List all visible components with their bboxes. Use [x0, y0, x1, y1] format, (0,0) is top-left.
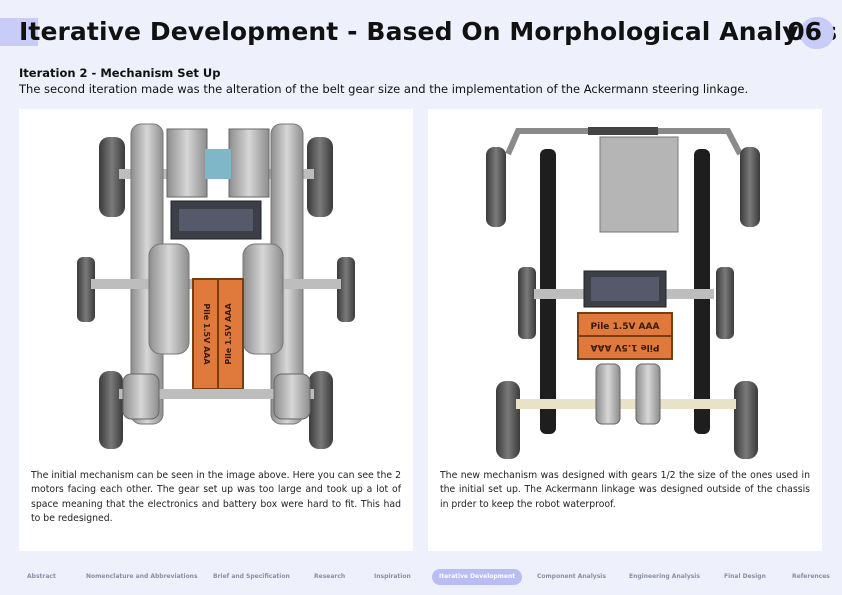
left-battery-label-2: Pile 1.5V AAA: [224, 303, 233, 365]
right-caption: The new mechanism was designed with gear…: [440, 470, 810, 510]
nav-item-abstract[interactable]: Abstract: [27, 569, 56, 585]
left-card: Pile 1.5V AAA Pile 1.5V AAA The initial …: [19, 109, 413, 551]
nav-item-references[interactable]: References: [792, 569, 830, 585]
new-mechanism-render: Pile 1.5V AAA Pile 1.5V AAA: [486, 127, 760, 459]
right-battery-label-2: Pile 1.5V AAA: [591, 342, 660, 352]
nav-item-final-design[interactable]: Final Design: [724, 569, 766, 585]
section-intro: The second iteration made was the altera…: [19, 82, 749, 96]
left-caption: The initial mechanism can be seen in the…: [31, 470, 401, 524]
nav-item-iterative-development[interactable]: Iterative Development: [432, 569, 523, 585]
section-heading: Iteration 2 - Mechanism Set Up: [19, 66, 221, 80]
initial-mechanism-render: Pile 1.5V AAA Pile 1.5V AAA: [77, 123, 355, 449]
page-title: Iterative Development - Based On Morphol…: [19, 17, 838, 46]
page-number: 06: [787, 17, 822, 46]
left-battery-label-1: Pile 1.5V AAA: [202, 303, 211, 365]
footer-nav: Abstract Nomenclature and Abbreviations …: [0, 569, 842, 585]
right-card: Pile 1.5V AAA Pile 1.5V AAA The new mech…: [428, 109, 822, 551]
nav-item-inspiration[interactable]: Inspiration: [374, 569, 411, 585]
right-battery-label-1: Pile 1.5V AAA: [591, 322, 660, 332]
nav-item-nomenclature[interactable]: Nomenclature and Abbreviations: [86, 569, 198, 585]
nav-item-component-analysis[interactable]: Component Analysis: [537, 569, 606, 585]
nav-item-brief[interactable]: Brief and Specification: [213, 569, 290, 585]
nav-item-engineering-analysis[interactable]: Engineering Analysis: [629, 569, 700, 585]
nav-item-research[interactable]: Research: [314, 569, 345, 585]
